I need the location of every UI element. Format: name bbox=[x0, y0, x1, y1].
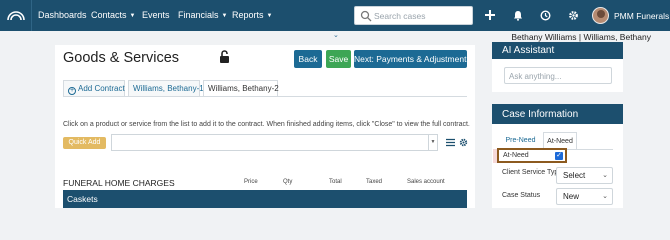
nav-events[interactable]: Events bbox=[142, 0, 170, 31]
client-service-type-value: Select bbox=[563, 171, 586, 180]
save-button[interactable]: Save bbox=[326, 50, 351, 68]
nav-financials[interactable]: Financials ▼ bbox=[178, 0, 227, 31]
case-information-header: Case Information bbox=[492, 104, 623, 124]
column-header-qty: Qty bbox=[283, 179, 293, 185]
quick-add-button[interactable]: Quick Add bbox=[63, 137, 106, 149]
tab-add-contract-label: Add Contract bbox=[78, 84, 125, 93]
nav-dashboards-label: Dashboards bbox=[38, 10, 87, 20]
tab-at-need[interactable]: At-Need bbox=[543, 132, 577, 149]
section-caskets-label: Caskets bbox=[67, 194, 98, 204]
column-header-taxed: Taxed bbox=[366, 179, 383, 185]
client-service-type-select[interactable]: Select ⌄ bbox=[556, 167, 613, 184]
ai-assistant-header: AI Assistant bbox=[492, 42, 623, 59]
case-status-select[interactable]: New ⌄ bbox=[556, 188, 613, 205]
ai-assistant-title: AI Assistant bbox=[502, 45, 555, 56]
tab-contract-2-label: Williams, Bethany-2 bbox=[208, 84, 279, 93]
product-select[interactable]: ▼ bbox=[111, 134, 438, 151]
at-need-checkbox[interactable]: ✓ bbox=[555, 152, 563, 160]
unlock-icon[interactable] bbox=[219, 50, 230, 63]
gear-icon[interactable] bbox=[459, 138, 468, 147]
settings-button[interactable] bbox=[566, 8, 580, 22]
back-button[interactable]: Back bbox=[294, 50, 322, 68]
nav-contacts[interactable]: Contacts ▼ bbox=[91, 0, 135, 31]
search-input[interactable] bbox=[374, 9, 470, 23]
top-nav: Dashboards Contacts ▼ Events Financials ▼ … bbox=[0, 0, 670, 31]
case-status-value: New bbox=[563, 192, 580, 201]
bell-icon bbox=[514, 10, 522, 21]
nav-reports-label: Reports bbox=[232, 10, 264, 20]
chevron-down-icon: ⌄ bbox=[602, 172, 608, 179]
column-header-sales-account: Sales account bbox=[407, 179, 445, 185]
at-need-label: At-Need bbox=[503, 152, 529, 159]
plus-circle-icon: + bbox=[68, 87, 76, 95]
ask-box bbox=[504, 67, 612, 84]
goods-services-panel: Goods & Services Back Save Next: Payment… bbox=[55, 45, 475, 208]
checkmark-icon: ✓ bbox=[556, 152, 562, 159]
case-status-label: Case Status bbox=[502, 192, 541, 199]
list-icon[interactable] bbox=[446, 138, 455, 147]
home-logo[interactable] bbox=[0, 0, 32, 31]
column-header-price: Price bbox=[244, 179, 258, 185]
notifications-button[interactable] bbox=[511, 8, 525, 22]
search-icon bbox=[360, 10, 372, 22]
client-service-type-label: Client Service Type bbox=[502, 169, 563, 176]
chevron-down-icon: ⌄ bbox=[602, 193, 608, 200]
case-information-title: Case Information bbox=[502, 109, 579, 120]
add-button[interactable] bbox=[483, 8, 497, 22]
chevron-double-down-icon[interactable]: ⌄ bbox=[333, 31, 339, 39]
nav-financials-label: Financials bbox=[178, 10, 219, 20]
nav-reports[interactable]: Reports ▼ bbox=[232, 0, 272, 31]
clock-icon bbox=[539, 9, 551, 21]
instructions-text: Click on a product or service from the l… bbox=[63, 121, 470, 128]
chevron-down-icon: ▼ bbox=[221, 13, 228, 19]
tabs-divider bbox=[63, 96, 467, 97]
plus-icon bbox=[485, 10, 495, 20]
user-menu[interactable]: PMM Funerals▼ bbox=[592, 0, 670, 31]
case-name: Bethany Williams | Williams, Bethany bbox=[511, 32, 651, 42]
gear-icon bbox=[568, 10, 578, 20]
charges-title: FUNERAL HOME CHARGES bbox=[63, 178, 175, 188]
user-name: PMM Funerals▼ bbox=[614, 11, 670, 21]
section-caskets[interactable]: Caskets bbox=[63, 190, 467, 208]
nav-dashboards[interactable]: Dashboards bbox=[38, 0, 87, 31]
next-payments-button[interactable]: Next: Payments & Adjustments bbox=[354, 50, 471, 68]
chevron-down-icon: ▼ bbox=[129, 13, 136, 19]
tab-pre-need[interactable]: Pre-Need bbox=[502, 132, 539, 149]
column-header-total: Total bbox=[329, 179, 342, 185]
tab-contract-1-label: Williams, Bethany-1 bbox=[133, 84, 204, 93]
search-box bbox=[354, 6, 473, 25]
rainbow-logo-icon bbox=[6, 10, 25, 20]
ask-input[interactable] bbox=[509, 70, 609, 82]
history-button[interactable] bbox=[538, 8, 552, 22]
tab-contract-2[interactable]: Williams, Bethany-2 bbox=[203, 80, 279, 97]
tab-add-contract[interactable]: + Add Contract bbox=[63, 80, 125, 97]
tab-contract-1[interactable]: Williams, Bethany-1 bbox=[128, 80, 204, 97]
dropdown-arrow-icon: ▼ bbox=[428, 135, 437, 150]
chevron-down-icon: ▼ bbox=[266, 13, 273, 19]
ai-assistant-panel: AI Assistant bbox=[492, 42, 623, 92]
nav-events-label: Events bbox=[142, 10, 170, 20]
page-title: Goods & Services bbox=[63, 50, 180, 66]
nav-contacts-label: Contacts bbox=[91, 10, 127, 20]
user-name-label: PMM Funerals bbox=[614, 10, 670, 21]
avatar bbox=[592, 7, 609, 24]
